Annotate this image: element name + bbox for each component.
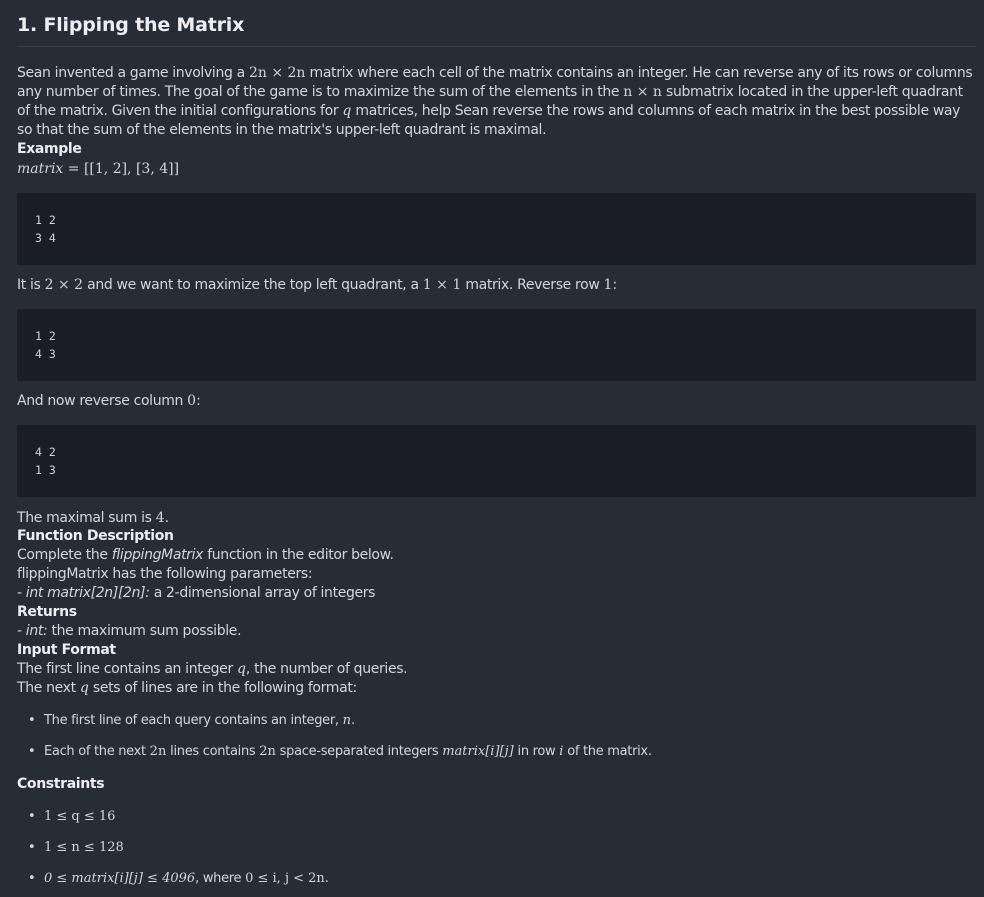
list-item-text: The first line of each query contains an… [44, 711, 355, 730]
bullet-icon: • [28, 744, 36, 759]
bullet-math: n [342, 713, 351, 728]
fd-text: Complete the [17, 547, 112, 563]
bullet-icon: • [28, 871, 36, 886]
example-matrix: matrix = [[1, 2], [3, 4]] [17, 160, 975, 179]
param-type: - int matrix[2n][2n]: [17, 585, 150, 601]
section-heading-text: Function Description [17, 528, 174, 544]
example-heading-text: Example [17, 141, 82, 157]
list-item-text: 0 ≤ matrix[i][j] ≤ 4096, where 0 ≤ i, j … [44, 869, 329, 888]
intro-math: n × n [623, 84, 662, 100]
matrix-value: = [[1, 2], [3, 4]] [63, 161, 180, 177]
example-heading: Example [17, 140, 975, 159]
bullet-text: . [350, 713, 355, 728]
step-text: : [196, 393, 201, 409]
step-text: And now reverse column [17, 393, 188, 409]
constraint-text: , where [195, 871, 246, 886]
constraint-text: 1 ≤ q ≤ 16 [44, 809, 116, 824]
constraint-text: . [324, 871, 329, 886]
function-description-line1: Complete the flippingMatrix function in … [17, 546, 975, 565]
result-math: 4 [155, 510, 165, 526]
example-step2: And now reverse column 0: [17, 392, 975, 411]
code-text: 4 2 1 3 [35, 445, 56, 477]
bullet-text: Each of the next [44, 744, 150, 759]
return-desc: the maximum sum possible. [47, 623, 242, 639]
bullet-text: space-separated integers [275, 744, 443, 759]
intro-paragraph: Sean invented a game involving a 2n × 2n… [17, 64, 975, 140]
if-math: q [79, 680, 89, 696]
section-heading-text: Input Format [17, 642, 116, 658]
code-text: 1 2 3 4 [35, 213, 56, 245]
step-text: matrix. Reverse row [461, 277, 604, 293]
if-math: q [236, 661, 246, 677]
bullet-math: 2n [259, 744, 276, 759]
step-math: 2 × 2 [44, 277, 84, 293]
result-text: The maximal sum is [17, 510, 156, 526]
function-description-heading: Function Description [17, 527, 975, 546]
function-parameter: - int matrix[2n][2n]: a 2-dimensional ar… [17, 584, 975, 603]
fd-text: function in the editor below. [203, 547, 394, 563]
matrix-label: matrix [17, 161, 64, 177]
bullet-text: in row [513, 744, 560, 759]
if-text: sets of lines are in the following forma… [88, 680, 357, 696]
constraint-math: 0 ≤ i, j < 2n [245, 871, 325, 886]
list-item-text: Each of the next 2n lines contains 2n sp… [44, 742, 652, 761]
problem-statement: 1. Flipping the Matrix Sean invented a g… [0, 0, 984, 897]
code-block-row-reversed: 1 2 4 3 [17, 309, 976, 381]
bullet-icon: • [28, 840, 36, 855]
code-block-column-reversed: 4 2 1 3 [17, 425, 976, 497]
if-text: The first line contains an integer [17, 661, 237, 677]
input-format-heading: Input Format [17, 641, 975, 660]
constraint-text: 1 ≤ n ≤ 128 [44, 840, 124, 855]
step-text: It is [17, 277, 45, 293]
function-description-line2: flippingMatrix has the following paramet… [17, 566, 313, 582]
section-heading-text: Constraints [17, 776, 105, 792]
bullet-text: of the matrix. [563, 744, 652, 759]
bullet-icon: • [28, 713, 36, 728]
returns-heading: Returns [17, 603, 975, 622]
return-type: - int: [17, 623, 48, 639]
code-text: 1 2 4 3 [35, 329, 56, 361]
param-desc: a 2-dimensional array of integers [149, 585, 376, 601]
returns-line: - int: the maximum sum possible. [17, 622, 975, 641]
intro-math: q [342, 103, 352, 119]
constraints-heading: Constraints [17, 775, 975, 794]
if-text: , the number of queries. [245, 661, 408, 677]
input-format-line1: The first line contains an integer q, th… [17, 660, 975, 679]
bullet-icon: • [28, 809, 36, 824]
page-title: 1. Flipping the Matrix [17, 14, 245, 36]
function-name: flippingMatrix [111, 547, 204, 563]
title-divider [17, 46, 976, 47]
code-block-initial: 1 2 3 4 [17, 193, 976, 265]
bullet-math: matrix[i][j] [442, 744, 514, 759]
example-step1: It is 2 × 2 and we want to maximize the … [17, 276, 975, 295]
example-result: The maximal sum is 4. [17, 509, 975, 528]
intro-text: Sean invented a game involving a [17, 65, 249, 81]
result-text: . [164, 510, 169, 526]
intro-math: 2n × 2n [248, 65, 306, 81]
step-math: 1 × 1 [422, 277, 462, 293]
bullet-text: The first line of each query contains an… [44, 713, 343, 728]
input-format-line2: The next q sets of lines are in the foll… [17, 679, 975, 698]
step-math: 0 [187, 393, 197, 409]
section-heading-text: Returns [17, 604, 77, 620]
bullet-text: lines contains [166, 744, 260, 759]
if-text: The next [17, 680, 80, 696]
bullet-math: 2n [149, 744, 167, 759]
constraint-math: 0 ≤ matrix[i][j] ≤ 4096 [44, 871, 196, 886]
step-text: : [612, 277, 617, 293]
step-text: and we want to maximize the top left qua… [83, 277, 423, 293]
